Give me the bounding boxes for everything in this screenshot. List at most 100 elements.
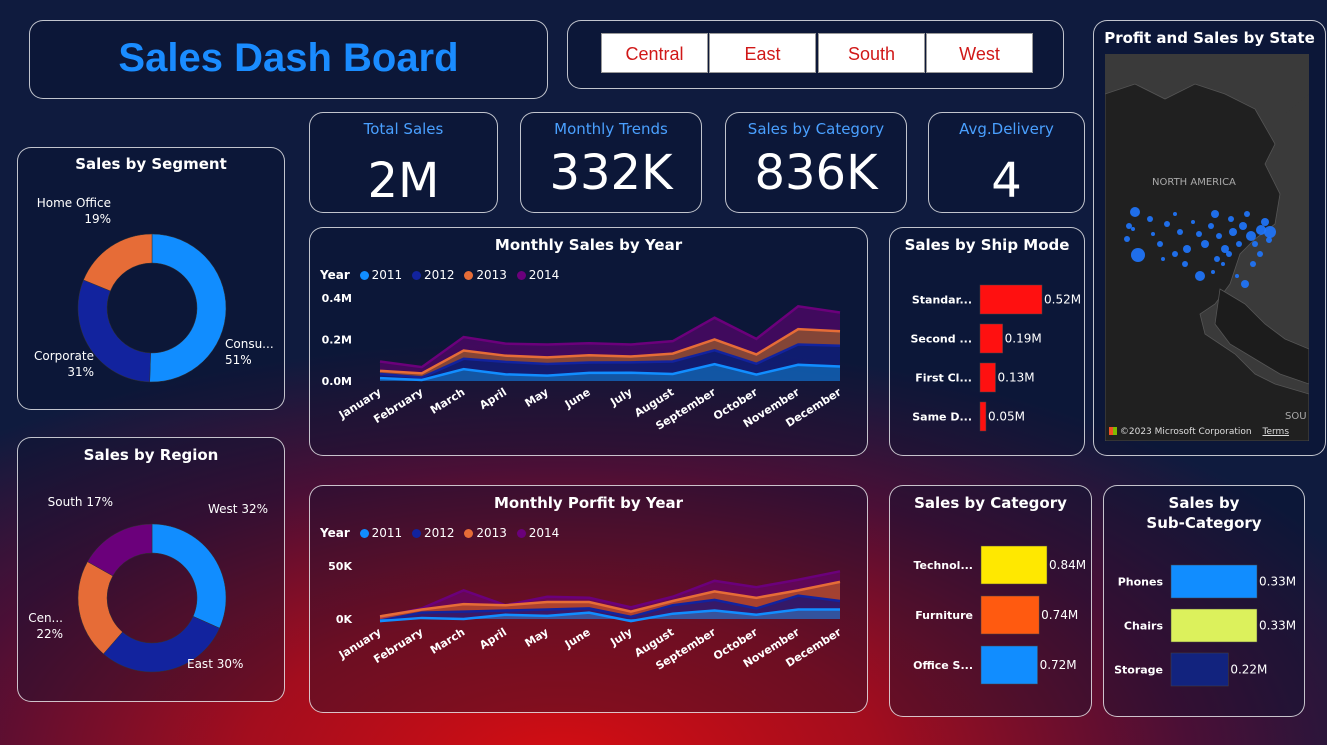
map-dot[interactable] — [1182, 261, 1188, 267]
donut-slice-consumer[interactable] — [149, 233, 227, 383]
map-dot[interactable] — [1239, 222, 1247, 230]
microsoft-logo-icon — [1109, 427, 1117, 435]
legend-label: 2012 — [423, 526, 455, 540]
chart-title: Profit and Sales by State — [1104, 29, 1315, 47]
map-dot[interactable] — [1131, 227, 1135, 231]
region-button-central[interactable]: Central — [601, 33, 708, 73]
map-dot[interactable] — [1214, 256, 1220, 262]
region-button-east[interactable]: East — [709, 33, 816, 73]
chart-title: Monthly Porfit by Year — [493, 494, 684, 512]
chart-title: Sales by Region — [83, 446, 219, 464]
map-dot[interactable] — [1157, 241, 1163, 247]
region-button-south[interactable]: South — [818, 33, 925, 73]
map-dot[interactable] — [1173, 212, 1177, 216]
map-dot[interactable] — [1252, 241, 1258, 247]
bar-category-label: Furniture — [915, 609, 973, 622]
map-panel: Profit and Sales by State NORTH AMERICA … — [1093, 20, 1326, 456]
map-dot[interactable] — [1246, 231, 1256, 241]
legend-label: 2013 — [476, 268, 507, 282]
donut-slice-west[interactable] — [151, 523, 227, 629]
map-dot[interactable] — [1126, 223, 1132, 229]
map-edge-label: SOU — [1285, 411, 1307, 422]
chart-title: Sales by — [1168, 494, 1240, 512]
bar-phones[interactable] — [1170, 564, 1258, 599]
map-dot[interactable] — [1236, 241, 1242, 247]
map-dot[interactable] — [1208, 223, 1214, 229]
bar-standar-[interactable] — [979, 284, 1043, 315]
map-dot[interactable] — [1147, 216, 1153, 222]
map-dot[interactable] — [1241, 280, 1249, 288]
bar-furniture[interactable] — [980, 595, 1040, 635]
chart-title: Sales by Ship Mode — [904, 236, 1070, 254]
bar-category-label: Storage — [1114, 664, 1163, 677]
map-dot[interactable] — [1130, 207, 1140, 217]
map-dot[interactable] — [1221, 262, 1225, 266]
page-title: Sales Dash Board — [118, 36, 459, 80]
state-map[interactable]: NORTH AMERICA SOU ©2023 Microsoft Corpor… — [1105, 54, 1309, 441]
chart-legend: Year 2011 2012 2013 2014 — [320, 268, 559, 282]
map-dot[interactable] — [1196, 231, 1202, 237]
y-tick-label: 50K — [328, 560, 352, 573]
legend-label: 2012 — [423, 268, 455, 282]
donut-label: Corporate — [34, 349, 94, 363]
bar-value-label: 0.05M — [988, 410, 1025, 424]
bar-technol-[interactable] — [980, 545, 1048, 585]
map-dot[interactable] — [1191, 220, 1195, 224]
chart-legend: Year 2011 2012 2013 2014 — [320, 526, 559, 540]
bar-second-[interactable] — [979, 323, 1003, 354]
donut-pct-label: 31% — [67, 365, 94, 379]
map-dot[interactable] — [1177, 229, 1183, 235]
donut-label: Consu... — [225, 337, 274, 351]
y-tick-label: 0.2M — [322, 334, 352, 347]
donut-label: Cen... — [28, 611, 63, 625]
chart-title: Sales by Segment — [75, 155, 227, 173]
map-dot[interactable] — [1131, 248, 1145, 262]
bar-first-cl-[interactable] — [979, 362, 996, 393]
map-dot[interactable] — [1201, 240, 1209, 248]
map-dot[interactable] — [1164, 221, 1170, 227]
x-tick-label: April — [477, 386, 509, 413]
map-dot[interactable] — [1235, 274, 1239, 278]
bar-chairs[interactable] — [1170, 608, 1258, 643]
bar-office-s-[interactable] — [980, 645, 1038, 685]
map-dot[interactable] — [1124, 236, 1130, 242]
x-tick-label: June — [562, 626, 593, 652]
donut-slice-home-office[interactable] — [83, 233, 153, 292]
map-attribution: ©2023 Microsoft Corporation — [1119, 427, 1252, 437]
map-dot[interactable] — [1195, 271, 1205, 281]
subcategory-panel: Sales by Sub-Category Phones 0.33M Chairs 0… — [1103, 485, 1305, 717]
donut-pct-label: 51% — [225, 353, 252, 367]
map-dot[interactable] — [1211, 270, 1215, 274]
kpi-monthly-trends: Monthly Trends 332K — [520, 112, 702, 213]
map-dot[interactable] — [1264, 226, 1276, 238]
map-dot[interactable] — [1172, 251, 1178, 257]
region-button-west[interactable]: West — [926, 33, 1033, 73]
legend-title: Year — [320, 526, 350, 540]
map-dot[interactable] — [1257, 251, 1263, 257]
chart-title-line2: Sub-Category — [1146, 514, 1262, 532]
bar-value-label: 0.52M — [1044, 293, 1081, 307]
map-terms-link[interactable]: Terms — [1263, 427, 1290, 437]
ship-mode-bar-chart: Standar... 0.52M Second ... 0.19M First Cl..… — [910, 284, 1081, 432]
map-dot[interactable] — [1244, 211, 1250, 217]
map-dot[interactable] — [1228, 216, 1234, 222]
map-dot[interactable] — [1261, 218, 1269, 226]
x-tick-label: May — [523, 386, 551, 410]
map-dot[interactable] — [1250, 261, 1256, 267]
bar-value-label: 0.72M — [1040, 658, 1077, 672]
donut-pct-label: 19% — [84, 212, 111, 226]
legend-dot-2013 — [464, 529, 474, 538]
map-dot[interactable] — [1226, 251, 1232, 257]
map-dot[interactable] — [1229, 228, 1237, 236]
bar-same-d-[interactable] — [979, 401, 987, 432]
map-dot[interactable] — [1161, 257, 1165, 261]
bar-category-label: Chairs — [1124, 620, 1164, 633]
kpi-value: 2M — [367, 153, 440, 209]
subcategory-bar-chart: Phones 0.33M Chairs 0.33M Storage 0.22M — [1114, 564, 1296, 687]
map-dot[interactable] — [1216, 233, 1222, 239]
map-dot[interactable] — [1151, 232, 1155, 236]
map-dot[interactable] — [1211, 210, 1219, 218]
legend-dot-2014 — [516, 529, 526, 538]
map-dot[interactable] — [1183, 245, 1191, 253]
bar-storage[interactable] — [1170, 652, 1229, 687]
